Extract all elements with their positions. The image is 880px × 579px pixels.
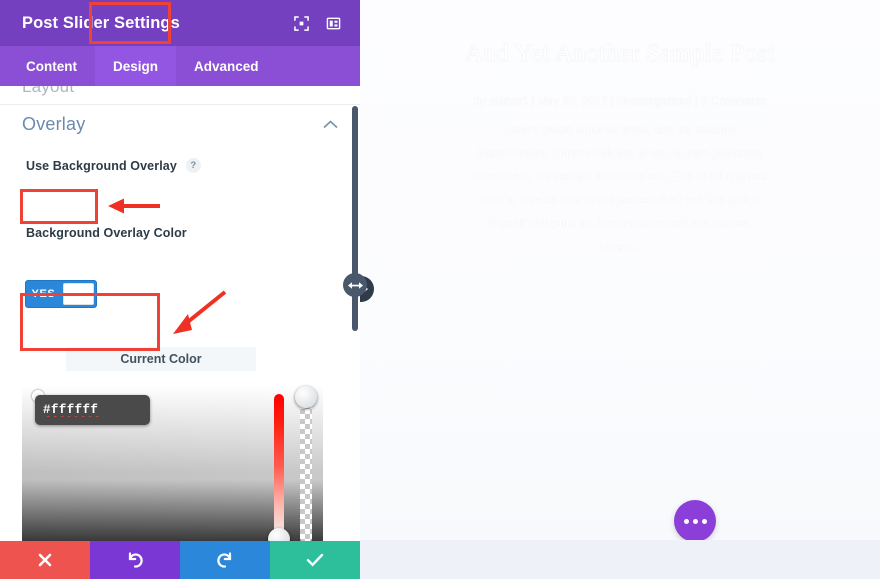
- hex-input-group[interactable]: [35, 395, 150, 425]
- panel-header: Post Slider Settings: [0, 0, 360, 46]
- page-preview: And Yet Another Sample Post by author1 |…: [360, 0, 880, 579]
- fab-dot: [692, 518, 698, 524]
- section-divider: [0, 104, 360, 105]
- hex-input[interactable]: [35, 395, 150, 425]
- background-overlay-color-label: Background Overlay Color: [26, 226, 187, 240]
- annotation-arrow-to-hex: [173, 290, 227, 334]
- undo-button[interactable]: [90, 541, 180, 579]
- resize-horizontal-icon[interactable]: [343, 273, 367, 297]
- chevron-up-icon[interactable]: [323, 116, 338, 134]
- help-icon[interactable]: ?: [185, 158, 201, 173]
- layout-panel-icon[interactable]: [320, 10, 346, 36]
- fullscreen-icon[interactable]: [288, 10, 314, 36]
- preview-footer: [360, 540, 880, 579]
- tab-advanced[interactable]: Advanced: [176, 46, 277, 86]
- toggle-value: YES: [31, 288, 56, 300]
- current-color-bar[interactable]: Current Color: [66, 347, 256, 371]
- settings-action-bar: [0, 541, 360, 579]
- hue-slider-track[interactable]: [274, 394, 284, 544]
- fab-dot: [701, 518, 707, 524]
- alpha-slider-track[interactable]: [300, 394, 312, 544]
- slide-excerpt: Lorem ipsum dolor sit amet, eos ea delic…: [472, 122, 768, 254]
- cancel-button[interactable]: [0, 541, 90, 579]
- fab-dot: [683, 518, 689, 524]
- module-settings-panel: Post Slider Settings Content Design Adva…: [0, 0, 360, 579]
- previous-section-label: Layout: [22, 86, 75, 96]
- annotation-arrow-left-1: [108, 198, 160, 214]
- slide-title: And Yet Another Sample Post: [464, 40, 776, 67]
- alpha-slider-knob[interactable]: [295, 386, 317, 408]
- divi-builder-screen: Post Slider Settings Content Design Adva…: [0, 0, 880, 579]
- overlay-section-header[interactable]: Overlay: [0, 114, 360, 135]
- redo-button[interactable]: [180, 541, 270, 579]
- tab-content[interactable]: Content: [8, 46, 95, 86]
- panel-resize-divider[interactable]: [343, 106, 367, 331]
- color-picker[interactable]: [22, 386, 323, 579]
- builder-fab-menu[interactable]: [674, 500, 716, 542]
- save-button[interactable]: [270, 541, 360, 579]
- section-title: Overlay: [22, 114, 86, 134]
- panel-title: Post Slider Settings: [22, 13, 180, 32]
- use-background-overlay-label: Use Background Overlay ?: [26, 158, 201, 173]
- background-overlay-toggle[interactable]: YES: [25, 280, 97, 308]
- tab-design[interactable]: Design: [95, 46, 177, 86]
- slide-meta: by author1 | May 23, 2017 | Uncategorize…: [474, 96, 766, 108]
- toggle-knob: [62, 283, 94, 305]
- settings-tabbar: Content Design Advanced: [0, 46, 360, 86]
- post-slider-slide: And Yet Another Sample Post by author1 |…: [360, 0, 880, 540]
